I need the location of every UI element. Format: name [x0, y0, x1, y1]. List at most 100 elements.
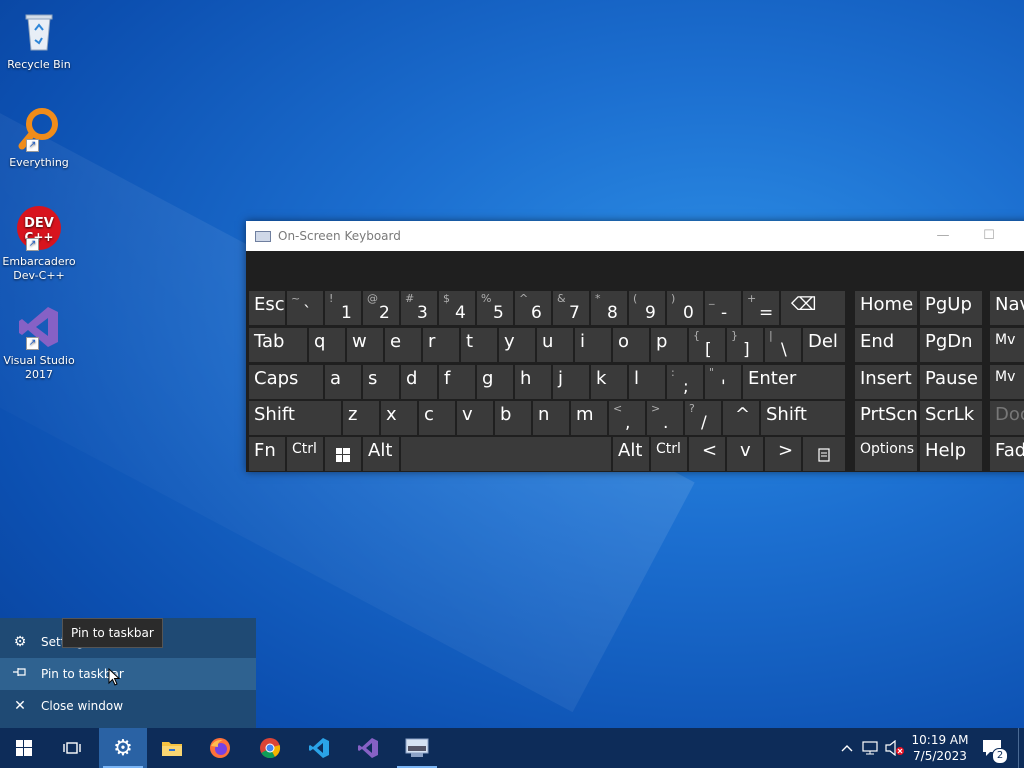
key-move-up[interactable]: Mv: [990, 328, 1024, 362]
task-view-button[interactable]: [48, 728, 96, 768]
key-slash[interactable]: ? /: [685, 401, 721, 435]
key-left-arrow[interactable]: <: [689, 437, 725, 471]
key-enter[interactable]: Enter: [743, 365, 845, 399]
osk-title-bar[interactable]: On-Screen Keyboard — ☐: [246, 221, 1024, 251]
key-a[interactable]: a: [325, 365, 361, 399]
key-c[interactable]: c: [419, 401, 455, 435]
system-clock[interactable]: 10:19 AM 7/5/2023: [908, 732, 972, 764]
key-d[interactable]: d: [401, 365, 437, 399]
key-backslash[interactable]: | \: [765, 328, 801, 362]
key-0[interactable]: ) 0: [667, 291, 703, 325]
key-i[interactable]: i: [575, 328, 611, 362]
start-button[interactable]: [0, 728, 48, 768]
key-h[interactable]: h: [515, 365, 551, 399]
key-r[interactable]: r: [423, 328, 459, 362]
key-pgup[interactable]: PgUp: [920, 291, 982, 325]
key-n[interactable]: n: [533, 401, 569, 435]
key-t[interactable]: t: [461, 328, 497, 362]
key-m[interactable]: m: [571, 401, 607, 435]
key-e[interactable]: e: [385, 328, 421, 362]
key-2[interactable]: @2: [363, 291, 399, 325]
key-pause[interactable]: Pause: [920, 365, 982, 399]
key-1[interactable]: ! 1: [325, 291, 361, 325]
key-equals[interactable]: + =: [743, 291, 779, 325]
key-l[interactable]: l: [629, 365, 665, 399]
key-q[interactable]: q: [309, 328, 345, 362]
show-hidden-icons-button[interactable]: [838, 728, 856, 768]
key-tab[interactable]: Tab: [249, 328, 307, 362]
key-f[interactable]: f: [439, 365, 475, 399]
key-prtscn[interactable]: PrtScn: [855, 401, 917, 435]
key-down-arrow[interactable]: v: [727, 437, 763, 471]
show-desktop-button[interactable]: [1018, 728, 1024, 768]
key-left-bracket[interactable]: {[: [689, 328, 725, 362]
key-4[interactable]: $4: [439, 291, 475, 325]
key-up-arrow[interactable]: ^: [723, 401, 759, 435]
key-comma[interactable]: <,: [609, 401, 645, 435]
key-esc[interactable]: Esc: [249, 291, 285, 325]
key-dock[interactable]: Doc: [990, 401, 1024, 435]
key-6[interactable]: ^ 6: [515, 291, 551, 325]
key-b[interactable]: b: [495, 401, 531, 435]
taskbar-on-screen-keyboard-button[interactable]: [393, 728, 441, 768]
key-g[interactable]: g: [477, 365, 513, 399]
key-y[interactable]: y: [499, 328, 535, 362]
options-button[interactable]: Options: [855, 437, 917, 471]
desktop-icon-visual-studio[interactable]: ↗ Visual Studio 2017: [2, 304, 76, 382]
network-tray-button[interactable]: [860, 728, 882, 768]
key-7[interactable]: & 7: [553, 291, 589, 325]
maximize-button[interactable]: ☐: [966, 221, 1012, 251]
on-screen-keyboard-window[interactable]: On-Screen Keyboard — ☐ Esc ~ ` ! 1 @2 #3 $…: [246, 221, 1024, 472]
key-fn[interactable]: Fn: [249, 437, 285, 471]
key-insert[interactable]: Insert: [855, 365, 917, 399]
key-j[interactable]: j: [553, 365, 589, 399]
key-alt-right[interactable]: Alt: [613, 437, 649, 471]
key-k[interactable]: k: [591, 365, 627, 399]
key-shift-right[interactable]: Shift: [761, 401, 845, 435]
key-shift-left[interactable]: Shift: [249, 401, 341, 435]
key-alt-left[interactable]: Alt: [363, 437, 399, 471]
key-move-down[interactable]: Mv: [990, 365, 1024, 399]
key-del[interactable]: Del: [803, 328, 845, 362]
key-quote[interactable]: " ': [705, 365, 741, 399]
key-5[interactable]: % 5: [477, 291, 513, 325]
key-p[interactable]: p: [651, 328, 687, 362]
action-center-button[interactable]: 2: [978, 728, 1012, 768]
key-menu[interactable]: [803, 437, 845, 471]
key-right-bracket[interactable]: }]: [727, 328, 763, 362]
taskbar-chrome-button[interactable]: [246, 728, 294, 768]
taskbar-settings-button[interactable]: ⚙: [99, 728, 147, 768]
key-right-arrow[interactable]: >: [765, 437, 801, 471]
key-9[interactable]: (9: [629, 291, 665, 325]
key-space[interactable]: [401, 437, 611, 471]
desktop-icon-everything[interactable]: ↗ Everything: [2, 106, 76, 170]
key-w[interactable]: w: [347, 328, 383, 362]
key-u[interactable]: u: [537, 328, 573, 362]
menu-item-close-window[interactable]: ✕ Close window: [0, 690, 256, 722]
taskbar-visual-studio-button[interactable]: [344, 728, 392, 768]
key-8[interactable]: * 8: [591, 291, 627, 325]
key-3[interactable]: #3: [401, 291, 437, 325]
desktop-icon-recycle-bin[interactable]: Recycle Bin: [2, 8, 76, 72]
key-minus[interactable]: _ -: [705, 291, 741, 325]
key-period[interactable]: >.: [647, 401, 683, 435]
key-ctrl-right[interactable]: Ctrl: [651, 437, 687, 471]
key-nav[interactable]: Nav: [990, 291, 1024, 325]
key-o[interactable]: o: [613, 328, 649, 362]
taskbar-firefox-button[interactable]: [196, 728, 244, 768]
key-v[interactable]: v: [457, 401, 493, 435]
minimize-button[interactable]: —: [920, 221, 966, 251]
key-z[interactable]: z: [343, 401, 379, 435]
menu-item-pin-to-taskbar[interactable]: Pin to taskbar: [0, 658, 256, 690]
key-semicolon[interactable]: :;: [667, 365, 703, 399]
desktop-icon-dev-cpp[interactable]: DEV C++ ↗ Embarcadero Dev-C++: [2, 205, 76, 283]
key-backspace[interactable]: ⌫: [781, 291, 845, 325]
key-windows[interactable]: [325, 437, 361, 471]
key-tilde[interactable]: ~ `: [287, 291, 323, 325]
taskbar-file-explorer-button[interactable]: [148, 728, 196, 768]
key-x[interactable]: x: [381, 401, 417, 435]
key-caps[interactable]: Caps: [249, 365, 323, 399]
key-ctrl-left[interactable]: Ctrl: [287, 437, 323, 471]
help-button[interactable]: Help: [920, 437, 982, 471]
key-end[interactable]: End: [855, 328, 917, 362]
